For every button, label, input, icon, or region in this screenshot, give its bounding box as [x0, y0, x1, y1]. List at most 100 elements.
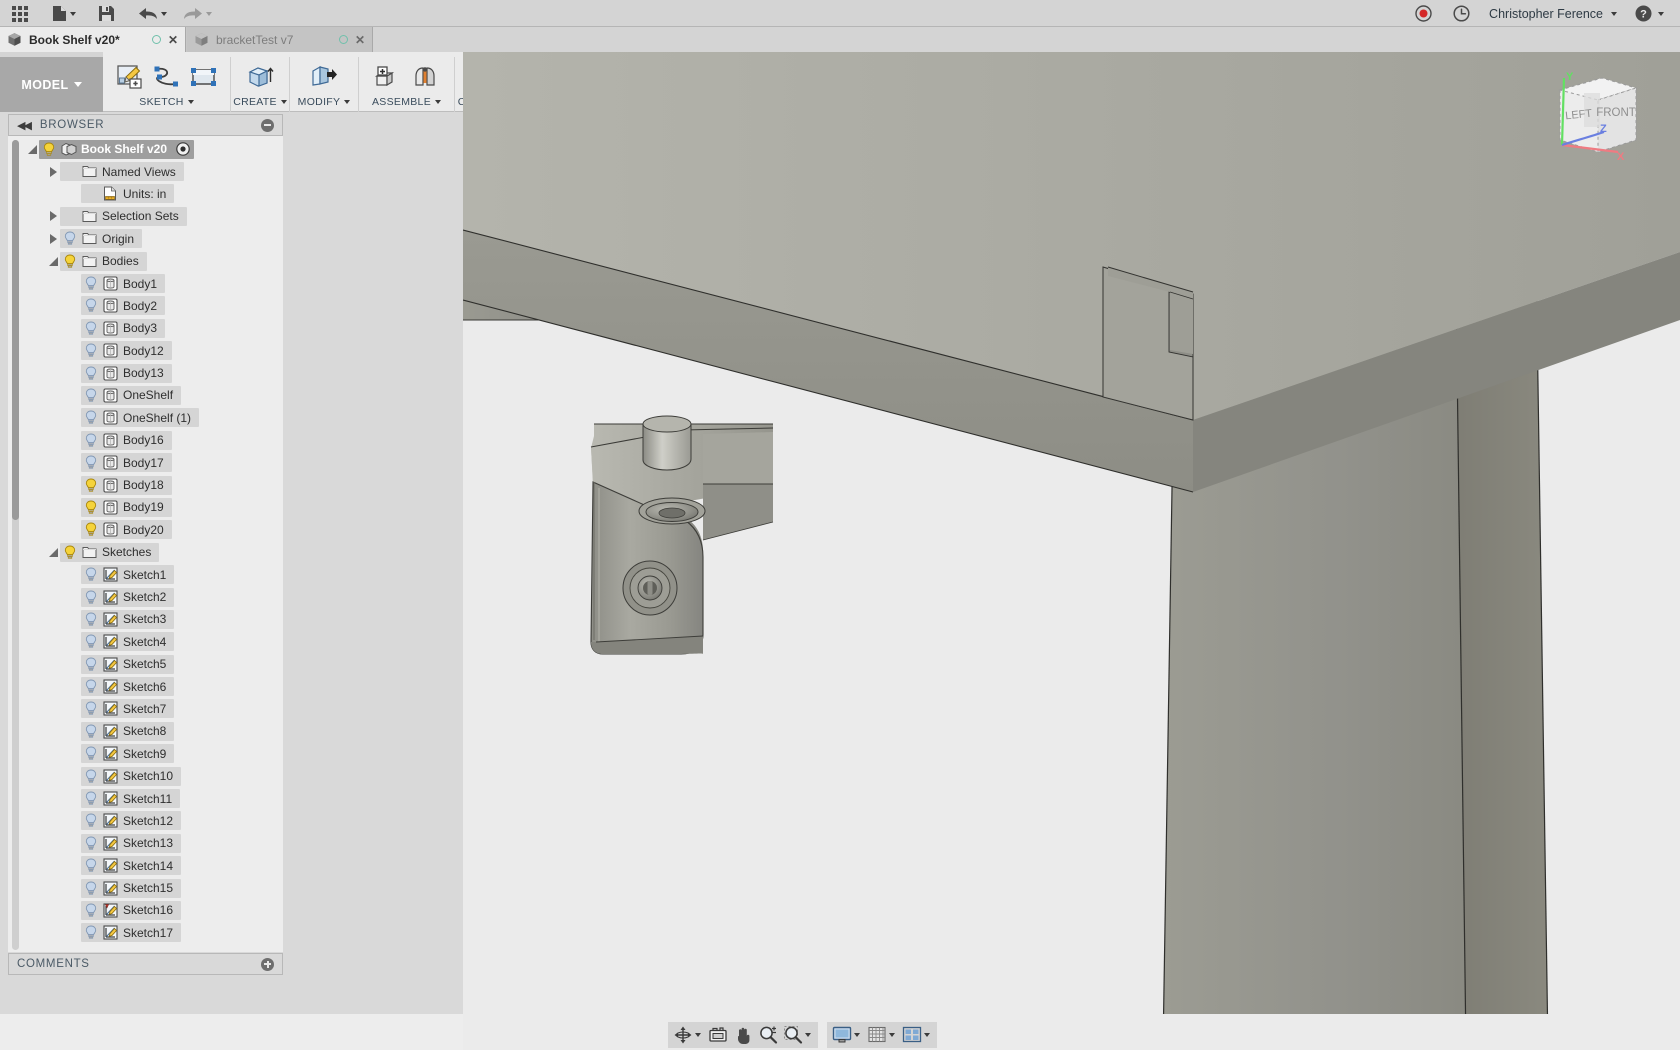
browser-tree-item-body1[interactable]: Body1: [81, 274, 166, 294]
extrude-icon[interactable]: [244, 62, 277, 92]
visibility-bulb-icon[interactable]: [84, 813, 98, 828]
minus-circle-icon[interactable]: [261, 118, 274, 132]
browser-tree-item-sketch16[interactable]: Sketch16: [81, 900, 182, 920]
browser-tree-row[interactable]: Sketch6: [26, 675, 283, 697]
model-canvas[interactable]: [463, 52, 1680, 1050]
visibility-bulb-icon[interactable]: [84, 903, 98, 918]
browser-tree-row[interactable]: Sketch9: [26, 743, 283, 765]
tree-expand-toggle[interactable]: [47, 233, 60, 244]
browser-tree-row[interactable]: Body1: [26, 272, 283, 294]
visibility-bulb-icon[interactable]: [63, 231, 77, 246]
browser-tree-row[interactable]: Sketches: [26, 541, 283, 563]
browser-tree-row[interactable]: Body20: [26, 519, 283, 541]
browser-tree-row[interactable]: Sketch17: [26, 922, 283, 944]
browser-tree-row[interactable]: Body19: [26, 496, 283, 518]
browser-tree-row[interactable]: Sketch3: [26, 608, 283, 630]
visibility-bulb-icon[interactable]: [84, 925, 98, 940]
visibility-bulb-icon[interactable]: [84, 522, 98, 537]
ribbon-group-label-sketch[interactable]: SKETCH: [139, 96, 194, 112]
visibility-bulb-icon[interactable]: [84, 612, 98, 627]
browser-tree-item-sketch7[interactable]: Sketch7: [81, 699, 175, 719]
browser-tree-item-oneshelf[interactable]: OneShelf: [81, 385, 182, 405]
double-left-arrow-icon[interactable]: ◀◀: [17, 119, 32, 132]
ribbon-group-label-assemble[interactable]: ASSEMBLE: [372, 96, 441, 112]
browser-tree-item-sketch1[interactable]: Sketch1: [81, 565, 175, 585]
3d-viewport[interactable]: LEFT FRONT Y X Z: [463, 52, 1680, 1050]
unsaved-dot-icon[interactable]: [338, 35, 348, 44]
visibility-bulb-icon[interactable]: [84, 590, 98, 605]
browser-tree-row[interactable]: Origin: [26, 228, 283, 250]
ribbon-group-label-create[interactable]: CREATE: [233, 96, 287, 112]
browser-tree-row[interactable]: Book Shelf v20: [26, 138, 283, 160]
browser-tree-row[interactable]: Sketch2: [26, 586, 283, 608]
browser-tree-row[interactable]: Sketch5: [26, 653, 283, 675]
browser-tree-item-units-in[interactable]: Units: in: [81, 184, 175, 204]
unsaved-dot-icon[interactable]: [151, 35, 161, 44]
browser-tree-item-body2[interactable]: Body2: [81, 296, 166, 316]
browser-tree-row[interactable]: Sketch15: [26, 877, 283, 899]
visibility-bulb-icon[interactable]: [84, 433, 98, 448]
pan-button[interactable]: [731, 1024, 755, 1046]
visibility-bulb-icon[interactable]: [84, 321, 98, 336]
undo-button[interactable]: [134, 2, 171, 26]
browser-tree-row[interactable]: Named Views: [26, 160, 283, 182]
close-icon[interactable]: ✕: [168, 34, 178, 46]
visibility-bulb-icon[interactable]: [84, 343, 98, 358]
view-cube[interactable]: LEFT FRONT Y X Z: [1540, 60, 1650, 170]
new-component-icon[interactable]: [372, 62, 405, 92]
visibility-bulb-icon[interactable]: [63, 545, 77, 560]
browser-tree-row[interactable]: Body2: [26, 295, 283, 317]
visibility-bulb-icon[interactable]: [84, 881, 98, 896]
create-sketch-icon[interactable]: [113, 62, 146, 92]
browser-tree-row[interactable]: Sketch4: [26, 631, 283, 653]
visibility-bulb-icon[interactable]: [84, 298, 98, 313]
visibility-bulb-icon[interactable]: [84, 500, 98, 515]
grid-snaps-button[interactable]: [865, 1024, 899, 1046]
browser-tree-item-book-shelf-v20[interactable]: Book Shelf v20: [39, 139, 195, 159]
browser-tree-item-body3[interactable]: Body3: [81, 318, 166, 338]
visibility-bulb-icon[interactable]: [84, 478, 98, 493]
browser-tree-item-body19[interactable]: Body19: [81, 497, 172, 517]
spline-icon[interactable]: [150, 62, 183, 92]
visibility-bulb-icon[interactable]: [84, 567, 98, 582]
tree-expand-toggle[interactable]: [26, 144, 39, 154]
browser-tree-item-body13[interactable]: Body13: [81, 363, 172, 383]
browser-tree-item-body17[interactable]: Body17: [81, 453, 172, 473]
visibility-bulb-icon[interactable]: [84, 366, 98, 381]
browser-tree-item-sketch3[interactable]: Sketch3: [81, 609, 175, 629]
browser-tree-item-oneshelf-1[interactable]: OneShelf (1): [81, 408, 200, 428]
browser-tree-item-sketch13[interactable]: Sketch13: [81, 833, 182, 853]
visibility-bulb-icon[interactable]: [84, 836, 98, 851]
browser-tree-item-sketch6[interactable]: Sketch6: [81, 677, 175, 697]
tree-expand-toggle[interactable]: [47, 211, 60, 222]
browser-tree-item-sketch2[interactable]: Sketch2: [81, 587, 175, 607]
browser-tree-row[interactable]: OneShelf (1): [26, 407, 283, 429]
history-button[interactable]: [1447, 2, 1475, 26]
browser-tree-item-sketches[interactable]: Sketches: [60, 542, 160, 562]
visibility-bulb-icon[interactable]: [84, 410, 98, 425]
visibility-bulb-icon[interactable]: [84, 858, 98, 873]
browser-tree-row[interactable]: Sketch13: [26, 832, 283, 854]
visibility-bulb-icon[interactable]: [84, 657, 98, 672]
browser-tree-item-sketch15[interactable]: Sketch15: [81, 878, 182, 898]
browser-tree-item-origin[interactable]: Origin: [60, 229, 143, 249]
browser-tree-item-sketch17[interactable]: Sketch17: [81, 923, 182, 943]
browser-tree-item-body18[interactable]: Body18: [81, 475, 172, 495]
visibility-bulb-icon[interactable]: [84, 634, 98, 649]
browser-tree-row[interactable]: Sketch10: [26, 765, 283, 787]
joint-icon[interactable]: [409, 62, 442, 92]
comments-panel-header[interactable]: COMMENTS: [8, 953, 283, 975]
browser-tree-row[interactable]: Selection Sets: [26, 205, 283, 227]
browser-tree-row[interactable]: Sketch11: [26, 787, 283, 809]
browser-tree-item-sketch4[interactable]: Sketch4: [81, 632, 175, 652]
tree-expand-toggle[interactable]: [47, 256, 60, 266]
browser-tree-row[interactable]: Body3: [26, 317, 283, 339]
orbit-button[interactable]: [671, 1024, 705, 1046]
browser-tree-row[interactable]: Bodies: [26, 250, 283, 272]
ribbon-group-label-modify[interactable]: MODIFY: [298, 96, 351, 112]
tree-expand-toggle[interactable]: [47, 547, 60, 557]
browser-tree-row[interactable]: Sketch16: [26, 899, 283, 921]
visibility-bulb-icon[interactable]: [63, 254, 77, 269]
document-tab-book-shelf[interactable]: Book Shelf v20* ✕: [0, 27, 186, 52]
app-grid-button[interactable]: [6, 2, 34, 26]
